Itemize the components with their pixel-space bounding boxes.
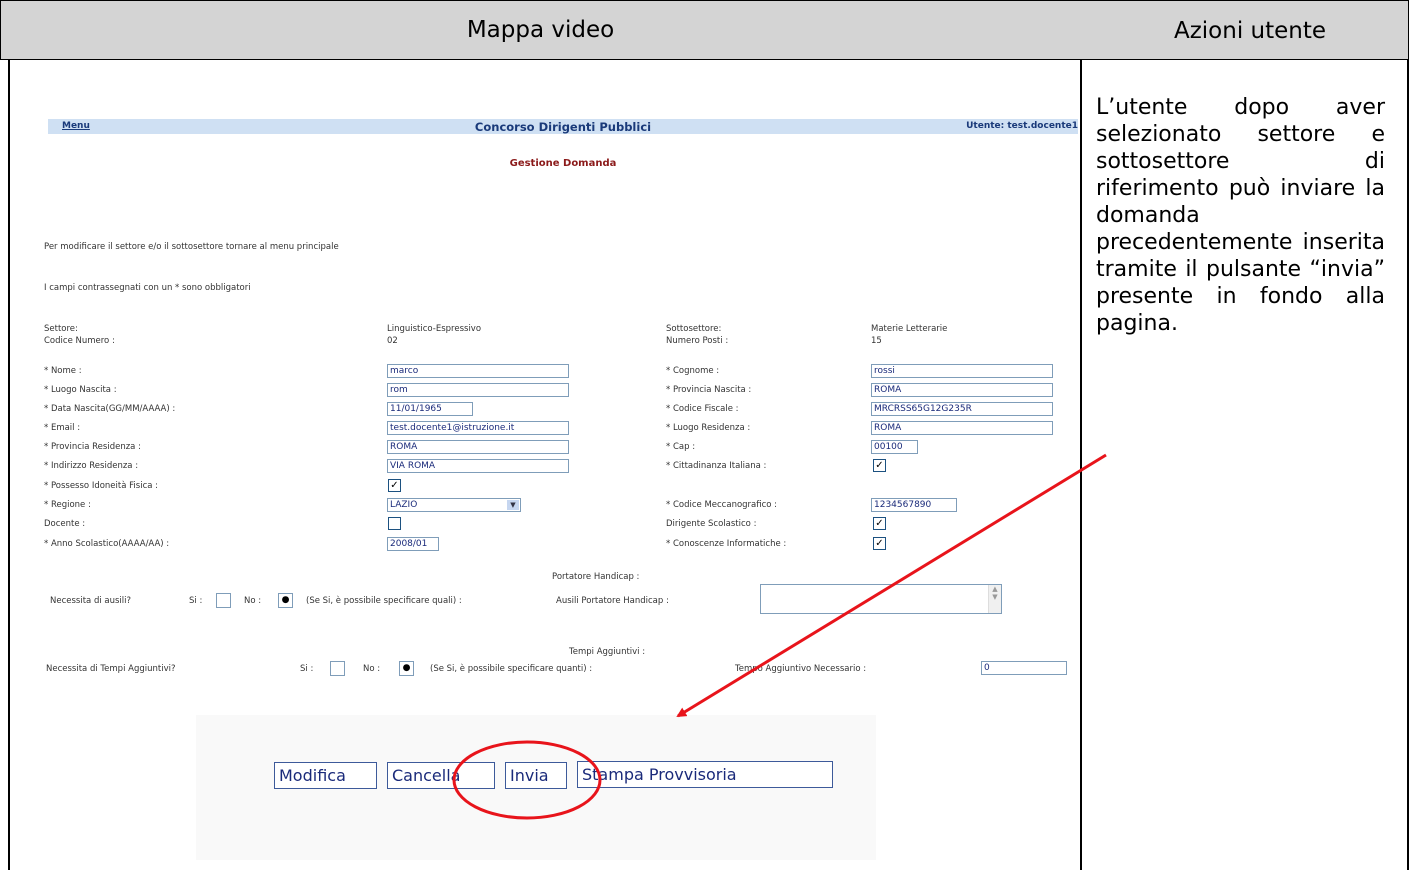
ausili-textarea[interactable]: ▲ ▼ — [760, 584, 1002, 614]
ausili-si-radio[interactable] — [216, 593, 231, 608]
settore-value: Linguistico-Espressivo — [387, 324, 482, 334]
app-screenshot: Menu Concorso Dirigenti Pubblici Utente:… — [10, 62, 1078, 870]
conoscenze-label: * Conoscenze Informatiche : — [666, 539, 787, 549]
cap-label: * Cap : — [666, 442, 696, 452]
conoscenze-checkbox[interactable]: ✓ — [873, 537, 886, 550]
docente-label: Docente : — [44, 519, 86, 529]
settore-label: Settore: — [44, 324, 78, 334]
user-label: Utente: test.docente1 — [966, 121, 1078, 131]
invia-button[interactable]: Invia — [505, 762, 567, 789]
regione-select-value: LAZIO — [390, 500, 418, 510]
codice-mecc-input[interactable]: 1234567890 — [871, 498, 957, 512]
ausili-scrollbar[interactable]: ▲ ▼ — [988, 585, 1001, 613]
cittadinanza-checkbox[interactable]: ✓ — [873, 459, 886, 472]
button-panel: Modifica Cancella Invia Stampa Provvisor… — [196, 715, 876, 860]
numero-posti-value: 15 — [871, 336, 882, 346]
luogo-residenza-label: * Luogo Residenza : — [666, 423, 751, 433]
cancella-button[interactable]: Cancella — [387, 762, 495, 789]
info-sector-text: Per modificare il settore e/o il sottose… — [44, 242, 339, 252]
data-nascita-label: * Data Nascita(GG/MM/AAAA) : — [44, 404, 176, 414]
email-label: * Email : — [44, 423, 81, 433]
ausili-no-label: No : — [244, 596, 262, 606]
tempi-hint: (Se Si, è possibile specificare quanti) … — [430, 664, 593, 674]
tempo-label: Tempo Aggiuntivo Necessario : — [735, 664, 867, 674]
header-mappa-video: Mappa video — [0, 0, 1081, 60]
table-border-middle — [1080, 60, 1082, 870]
docente-checkbox[interactable] — [388, 517, 401, 530]
dirigente-checkbox[interactable]: ✓ — [873, 517, 886, 530]
sottosettore-value: Materie Letterarie — [871, 324, 948, 334]
ausili-no-radio[interactable]: ● — [278, 593, 293, 608]
codice-fiscale-input[interactable]: MRCRSS65G12G235R — [871, 402, 1053, 416]
tempo-input[interactable]: 0 — [981, 661, 1067, 675]
modifica-button[interactable]: Modifica — [274, 762, 377, 789]
indirizzo-label: * Indirizzo Residenza : — [44, 461, 139, 471]
tempi-si-radio[interactable] — [330, 661, 345, 676]
sottosettore-label: Sottosettore: — [666, 324, 722, 334]
handicap-title: Portatore Handicap : — [552, 572, 640, 582]
regione-label: * Regione : — [44, 500, 91, 510]
dirigente-label: Dirigente Scolastico : — [666, 519, 757, 529]
provincia-nascita-input[interactable]: ROMA — [871, 383, 1053, 397]
idoneita-checkbox[interactable]: ✓ — [388, 479, 401, 492]
provincia-nascita-label: * Provincia Nascita : — [666, 385, 752, 395]
info-required-text: I campi contrassegnati con un * sono obb… — [44, 283, 251, 293]
luogo-nascita-input[interactable]: rom — [387, 383, 569, 397]
app-title: Concorso Dirigenti Pubblici — [474, 120, 652, 134]
ausili-question: Necessita di ausili? — [50, 596, 132, 606]
ausili-si-label: Si : — [189, 596, 203, 606]
idoneita-label: * Possesso Idoneità Fisica : — [44, 481, 159, 491]
ausili-hint: (Se Si, è possibile specificare quali) : — [306, 596, 462, 606]
app-topbar: Menu Concorso Dirigenti Pubblici Utente:… — [48, 119, 1078, 134]
table-border-right — [1407, 60, 1409, 870]
stampa-provvisoria-button[interactable]: Stampa Provvisoria — [577, 761, 833, 788]
cognome-label: * Cognome : — [666, 366, 720, 376]
cognome-input[interactable]: rossi — [871, 364, 1053, 378]
cap-input[interactable]: 00100 — [871, 440, 918, 454]
ausili-field-label: Ausili Portatore Handicap : — [556, 596, 669, 606]
codice-fiscale-label: * Codice Fiscale : — [666, 404, 739, 414]
codice-numero-value: 02 — [387, 336, 398, 346]
anno-input[interactable]: 2008/01 — [387, 537, 439, 551]
provincia-residenza-input[interactable]: ROMA — [387, 440, 569, 454]
tempi-no-label: No : — [363, 664, 381, 674]
tempi-question: Necessita di Tempi Aggiuntivi? — [46, 664, 176, 674]
codice-numero-label: Codice Numero : — [44, 336, 115, 346]
provincia-residenza-label: * Provincia Residenza : — [44, 442, 141, 452]
header-azioni-utente: Azioni utente — [1080, 0, 1409, 60]
data-nascita-input[interactable]: 11/01/1965 — [387, 402, 473, 416]
action-description: L’utente dopo aver selezionato settore e… — [1096, 95, 1385, 336]
luogo-nascita-label: * Luogo Nascita : — [44, 385, 117, 395]
header-azioni-utente-label: Azioni utente — [1094, 4, 1406, 58]
email-input[interactable]: test.docente1@istruzione.it — [387, 421, 569, 435]
tempi-title: Tempi Aggiuntivi : — [569, 647, 646, 657]
nome-label: * Nome : — [44, 366, 82, 376]
nome-input[interactable]: marco — [387, 364, 569, 378]
chevron-down-icon[interactable]: ▼ — [507, 500, 519, 510]
tempi-si-label: Si : — [300, 664, 314, 674]
tempi-no-radio[interactable]: ● — [399, 661, 414, 676]
page-subtitle: Gestione Domanda — [509, 158, 617, 169]
luogo-residenza-input[interactable]: ROMA — [871, 421, 1053, 435]
numero-posti-label: Numero Posti : — [666, 336, 729, 346]
anno-label: * Anno Scolastico(AAAA/AA) : — [44, 539, 170, 549]
indirizzo-input[interactable]: VIA ROMA — [387, 459, 569, 473]
regione-select[interactable]: LAZIO ▼ — [387, 498, 521, 512]
codice-mecc-label: * Codice Meccanografico : — [666, 500, 778, 510]
cittadinanza-label: * Cittadinanza Italiana : — [666, 461, 767, 471]
